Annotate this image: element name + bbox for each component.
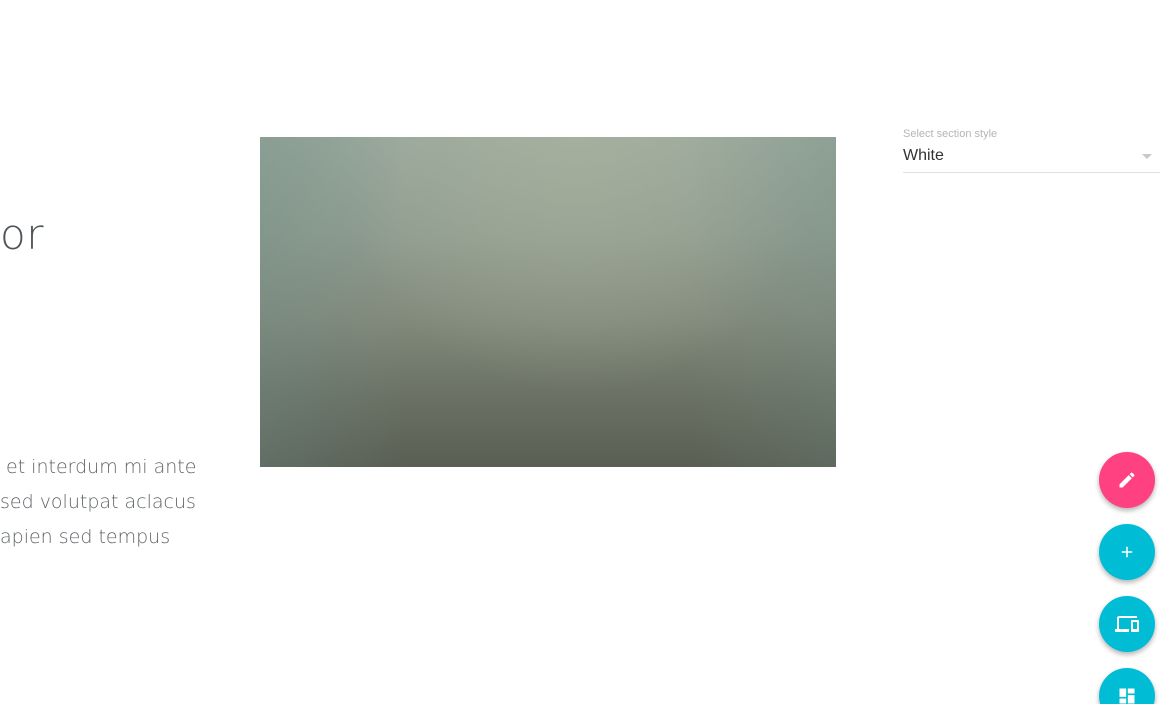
section-style-select[interactable]: Select section style White xyxy=(903,127,1160,173)
body-text-line: et interdum mi ante xyxy=(6,456,197,478)
pencil-icon xyxy=(1119,472,1135,488)
page: or et interdum mi ante sed volutpat acla… xyxy=(0,0,1174,704)
section-style-dropdown[interactable]: White xyxy=(903,144,1160,173)
section-style-label: Select section style xyxy=(903,128,998,140)
layout-button[interactable] xyxy=(1099,668,1155,704)
body-text-line: apien sed tempus xyxy=(0,526,171,548)
chevron-down-icon xyxy=(1142,154,1152,159)
plus-icon xyxy=(1121,546,1133,558)
section-heading: or xyxy=(0,210,44,259)
section-body-text: et interdum mi ante sed volutpat aclacus… xyxy=(0,450,200,555)
devices-button[interactable] xyxy=(1099,596,1155,652)
section-image[interactable] xyxy=(260,137,836,467)
dashboard-icon xyxy=(1119,688,1135,704)
edit-button[interactable] xyxy=(1099,452,1155,508)
devices-icon xyxy=(1115,616,1139,632)
add-button[interactable] xyxy=(1099,524,1155,580)
section-style-value: White xyxy=(903,147,944,164)
body-text-line: sed volutpat aclacus xyxy=(0,491,196,513)
